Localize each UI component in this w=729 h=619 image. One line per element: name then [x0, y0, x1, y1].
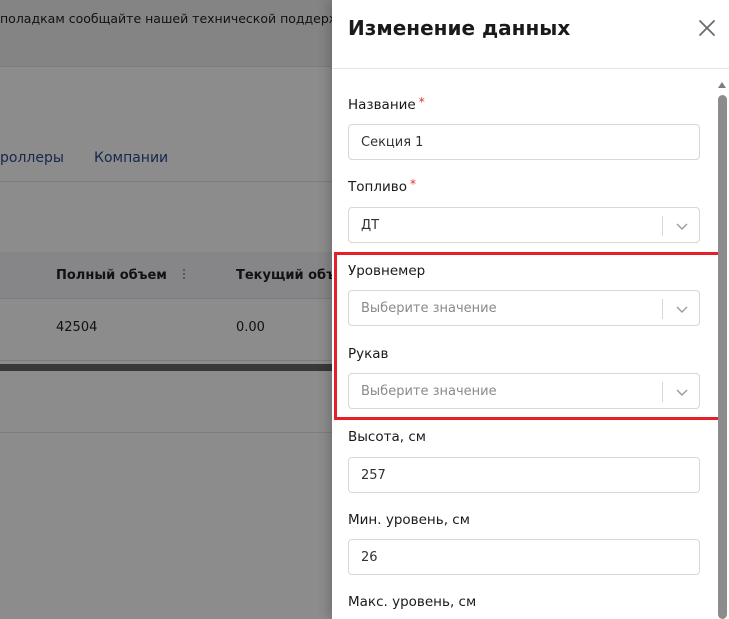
fuel-label-text: Топливо — [348, 179, 407, 195]
drawer-header-divider — [332, 68, 729, 69]
drawer-title: Изменение данных — [348, 16, 571, 40]
height-input-value: 257 — [361, 468, 386, 483]
name-input-value: Секция 1 — [361, 135, 424, 150]
name-input[interactable]: Секция 1 — [348, 124, 700, 160]
close-icon — [699, 20, 715, 36]
min-level-input-value: 26 — [361, 550, 378, 565]
required-mark: * — [409, 177, 416, 191]
fuel-select-value: ДТ — [361, 218, 380, 233]
min-level-label: Мин. уровень, см — [348, 512, 470, 528]
chevron-down-icon[interactable] — [675, 219, 689, 233]
highlight-box — [334, 252, 721, 420]
select-divider — [662, 216, 663, 236]
min-level-input[interactable]: 26 — [348, 539, 700, 575]
fuel-label: Топливо * — [348, 177, 416, 195]
required-mark: * — [418, 95, 425, 109]
fuel-select[interactable]: ДТ — [348, 207, 700, 243]
height-input[interactable]: 257 — [348, 457, 700, 493]
close-button[interactable] — [696, 17, 718, 39]
scroll-up-arrow-icon[interactable] — [718, 82, 726, 88]
height-label: Высота, см — [348, 429, 426, 445]
max-level-label: Макс. уровень, см — [348, 594, 477, 610]
name-label: Название * — [348, 95, 425, 113]
vertical-scrollbar-thumb[interactable] — [718, 95, 727, 619]
name-label-text: Название — [348, 97, 416, 113]
